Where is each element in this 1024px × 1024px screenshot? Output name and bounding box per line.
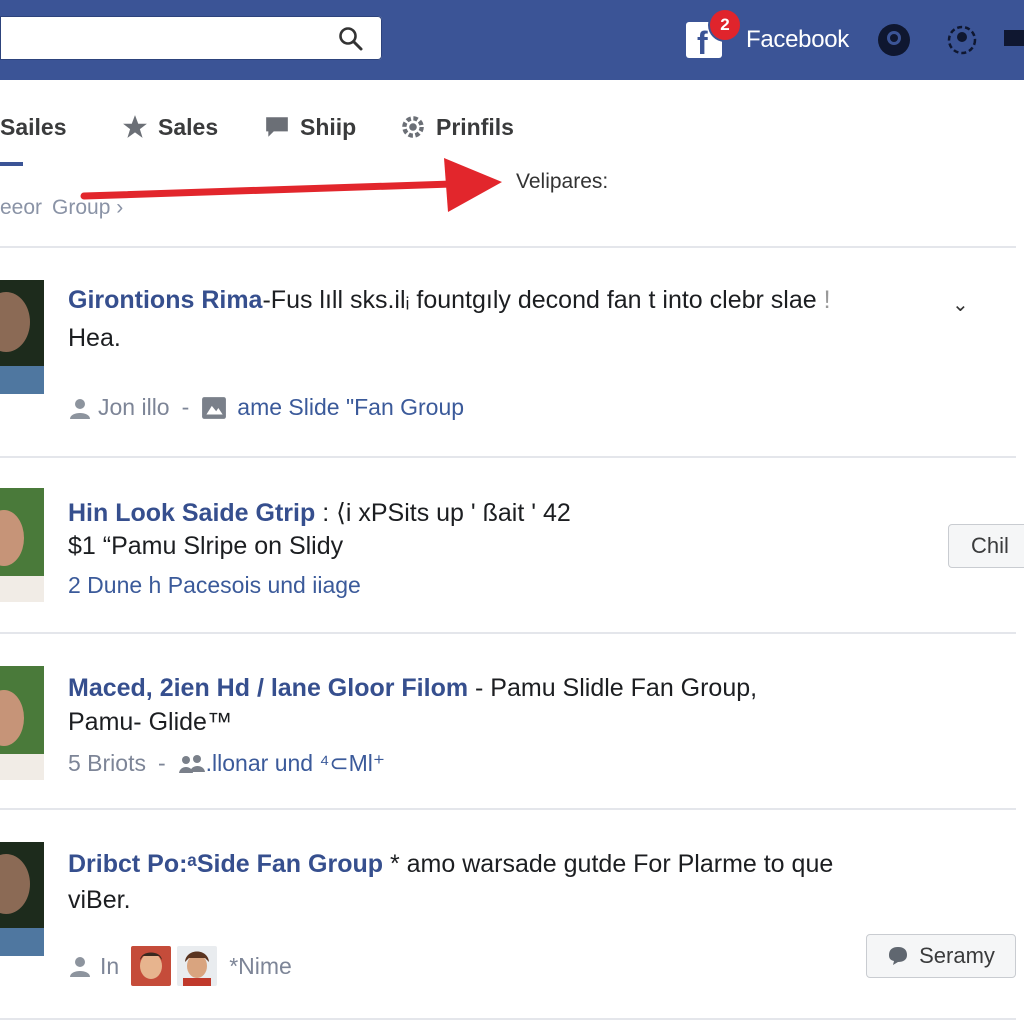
breadcrumb-part-1[interactable]: eeor (0, 196, 42, 219)
post-meta-name[interactable]: *Nime (229, 953, 292, 980)
breadcrumb-chevron-icon: › (116, 196, 124, 219)
comment-icon (889, 947, 908, 965)
tab-shiip[interactable]: Shiip (264, 110, 356, 144)
post-action-button-label: Seramy (919, 943, 995, 968)
speech-bubble-icon (266, 117, 288, 137)
post-headline: Hin Look Saide Gtrip : ⟨i xPSits up ' ßa… (68, 498, 571, 528)
person-icon (70, 957, 90, 977)
top-navigation-bar: f 2 Facebook (0, 0, 1024, 80)
meta-separator: - (181, 394, 190, 420)
post-meta-text[interactable]: 2 Dune h Pacesois und iiage (68, 572, 361, 599)
tab-prinfils-label: Prinfils (436, 113, 514, 140)
feed-post: Hin Look Saide Gtrip : ⟨i xPSits up ' ßa… (0, 458, 1024, 632)
avatar[interactable] (0, 666, 44, 780)
post-meta: 2 Dune h Pacesois und iiage (68, 572, 361, 599)
post-meta: 5 Briots - .llonar und ⁴⊂Ml⁺ (68, 750, 385, 777)
post-title[interactable]: Hin Look Saide Gtrip (68, 499, 315, 527)
post-meta: In *Nime (68, 946, 292, 986)
post-text: - Pamu Slidle Fan Group, (468, 674, 758, 702)
feed-post: Dribct Po:ᵃSide Fan Group * amo warsade … (0, 810, 1024, 1024)
image-icon (202, 396, 227, 419)
post-line-2: Hea. (68, 324, 121, 352)
post-meta-link[interactable]: .llonar und ⁴⊂Ml⁺ (206, 750, 385, 777)
post-headline: Maced, 2ien Hd / lane Gloor Filom - Pamu… (68, 674, 757, 703)
avatar[interactable] (0, 280, 44, 394)
post-action-button[interactable]: Seramy (866, 934, 1016, 978)
person-icon (70, 398, 90, 419)
post-headline: Dribct Po:ᵃSide Fan Group * amo warsade … (68, 850, 833, 879)
post-text: * amo warsade gutde For Plarme to que (383, 850, 834, 878)
post-meta: Jon illo - ame Slide "Fan Group (68, 394, 464, 421)
post-text-end: ! (823, 286, 831, 314)
avatar[interactable] (0, 488, 44, 602)
feed-post: Maced, 2ien Hd / lane Gloor Filom - Pamu… (0, 634, 1024, 808)
menu-icon[interactable] (1002, 22, 1024, 58)
post-line-2: Pamu- Glide™ (68, 708, 232, 736)
star-icon (123, 115, 147, 138)
post-text: : ⟨i xPSits up ' ßait ' 42 (315, 499, 571, 527)
post-headline: Girontions Rima-Fus lıll sks.ilᵢ fountgı… (68, 286, 831, 315)
tab-sales[interactable]: Sales (122, 110, 218, 144)
globe-icon[interactable] (944, 22, 980, 58)
post-text: -Fus lıll sks.ilᵢ fountgıly decond fan t… (262, 286, 817, 314)
gear-icon (402, 116, 424, 138)
post-title[interactable]: Dribct Po:ᵃSide Fan Group (68, 850, 383, 878)
callout-text: Velipares: (516, 170, 609, 193)
tab-prinfils[interactable]: Prinfils (400, 110, 514, 144)
breadcrumb-part-2[interactable]: Group (52, 196, 110, 219)
post-action-button[interactable]: Chil (948, 524, 1024, 568)
friend-thumbnail[interactable] (131, 946, 172, 986)
breadcrumb[interactable]: eeor Group › (0, 196, 123, 220)
post-title[interactable]: Girontions Rima (68, 286, 262, 314)
friend-thumbnail[interactable] (177, 946, 218, 986)
friends-icon (178, 754, 205, 773)
active-tab-indicator (0, 162, 23, 166)
tab-sailes[interactable]: Sailes (0, 110, 67, 144)
red-arrow-annotation (80, 158, 502, 212)
post-group-link[interactable]: ame Slide "Fan Group (237, 394, 464, 421)
search-icon[interactable] (338, 26, 364, 52)
feed-post: Girontions Rima-Fus lıll sks.ilᵢ fountgı… (0, 248, 1024, 456)
search-box[interactable] (0, 16, 382, 60)
tab-shiip-label: Shiip (300, 113, 357, 140)
post-meta-label: In (100, 952, 120, 979)
meta-separator: - (157, 750, 166, 776)
tab-sailes-label: Sailes (0, 113, 67, 140)
notification-badge: 2 (708, 8, 742, 42)
brand-name[interactable]: Facebook (746, 26, 849, 54)
chevron-down-icon[interactable]: ⌄ (952, 292, 969, 317)
post-line-2: viBer. (68, 886, 131, 914)
post-line-2: $1 “Pamu Slripe on Slidy (68, 532, 344, 560)
post-meta-count: 5 Briots (68, 750, 146, 776)
divider (0, 1018, 1016, 1020)
post-author[interactable]: Jon illo (98, 394, 170, 421)
tab-sales-label: Sales (158, 113, 219, 140)
messenger-icon[interactable] (876, 22, 912, 58)
post-title[interactable]: Maced, 2ien Hd / lane Gloor Filom (68, 674, 468, 702)
avatar[interactable] (0, 842, 44, 956)
search-input[interactable] (0, 16, 344, 60)
post-action-button-label: Chil (971, 533, 1009, 558)
